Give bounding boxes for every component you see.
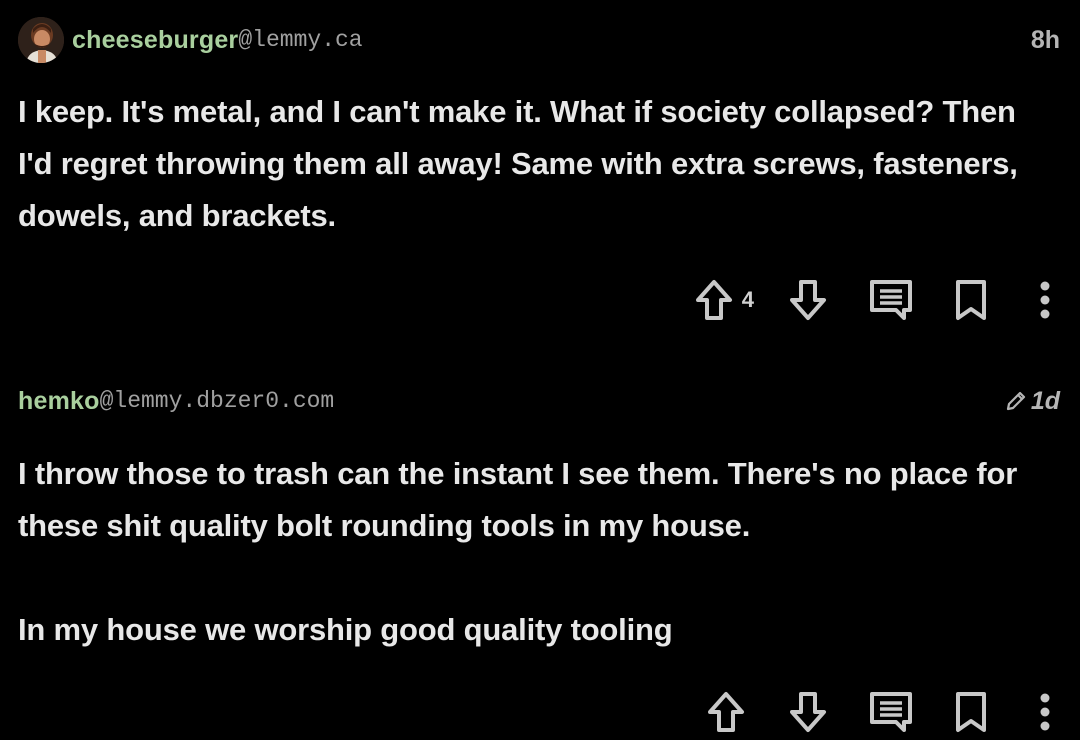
upvote-icon [695,280,732,320]
bookmark-icon [956,692,986,732]
reply-icon [870,280,912,320]
upvote-icon [708,692,744,732]
reply-button[interactable] [868,272,914,328]
instance-name[interactable]: @lemmy.ca [238,27,362,53]
more-options-icon [1040,281,1050,319]
comment-paragraph: In my house we worship good quality tool… [18,612,673,647]
upvote-count: 4 [741,287,754,312]
comment: hemko @lemmy.dbzer0.com 1d I throw those … [0,368,1080,732]
username[interactable]: cheeseburger [72,26,238,55]
more-options-button[interactable] [1038,272,1052,328]
downvote-icon [790,692,826,732]
upvote-button[interactable] [706,684,788,740]
timestamp: 1d [1005,387,1060,416]
downvote-button[interactable] [788,684,828,740]
bookmark-icon [956,280,986,320]
bookmark-button[interactable] [954,272,988,328]
comment-paragraph: I throw those to trash can the instant I… [18,456,1018,543]
bookmark-button[interactable] [954,684,988,740]
comment-paragraph: I keep. It's metal, and I can't make it.… [18,94,1018,233]
comment-actions: 4 [694,272,1052,328]
more-options-button[interactable] [1038,684,1052,740]
downvote-button[interactable] [788,272,828,328]
comment-header: hemko @lemmy.dbzer0.com 1d [18,377,1060,425]
edit-pencil-icon [1006,391,1025,411]
reply-icon [870,692,912,732]
reply-button[interactable] [868,684,914,740]
upvote-button[interactable]: 4 [694,272,788,328]
downvote-icon [790,280,826,320]
comment-header: cheeseburger @lemmy.ca 8h [18,16,1060,64]
instance-name[interactable]: @lemmy.dbzer0.com [100,388,335,414]
comment-actions [706,684,1052,740]
comment-body: I throw those to trash can the instant I… [18,448,1050,656]
comment: cheeseburger @lemmy.ca 8h I keep. It's me… [0,0,1080,360]
comment-body: I keep. It's metal, and I can't make it.… [18,86,1050,242]
avatar[interactable] [18,17,64,63]
more-options-icon [1040,693,1050,731]
timestamp: 8h [1030,25,1060,54]
username[interactable]: hemko [18,387,100,416]
